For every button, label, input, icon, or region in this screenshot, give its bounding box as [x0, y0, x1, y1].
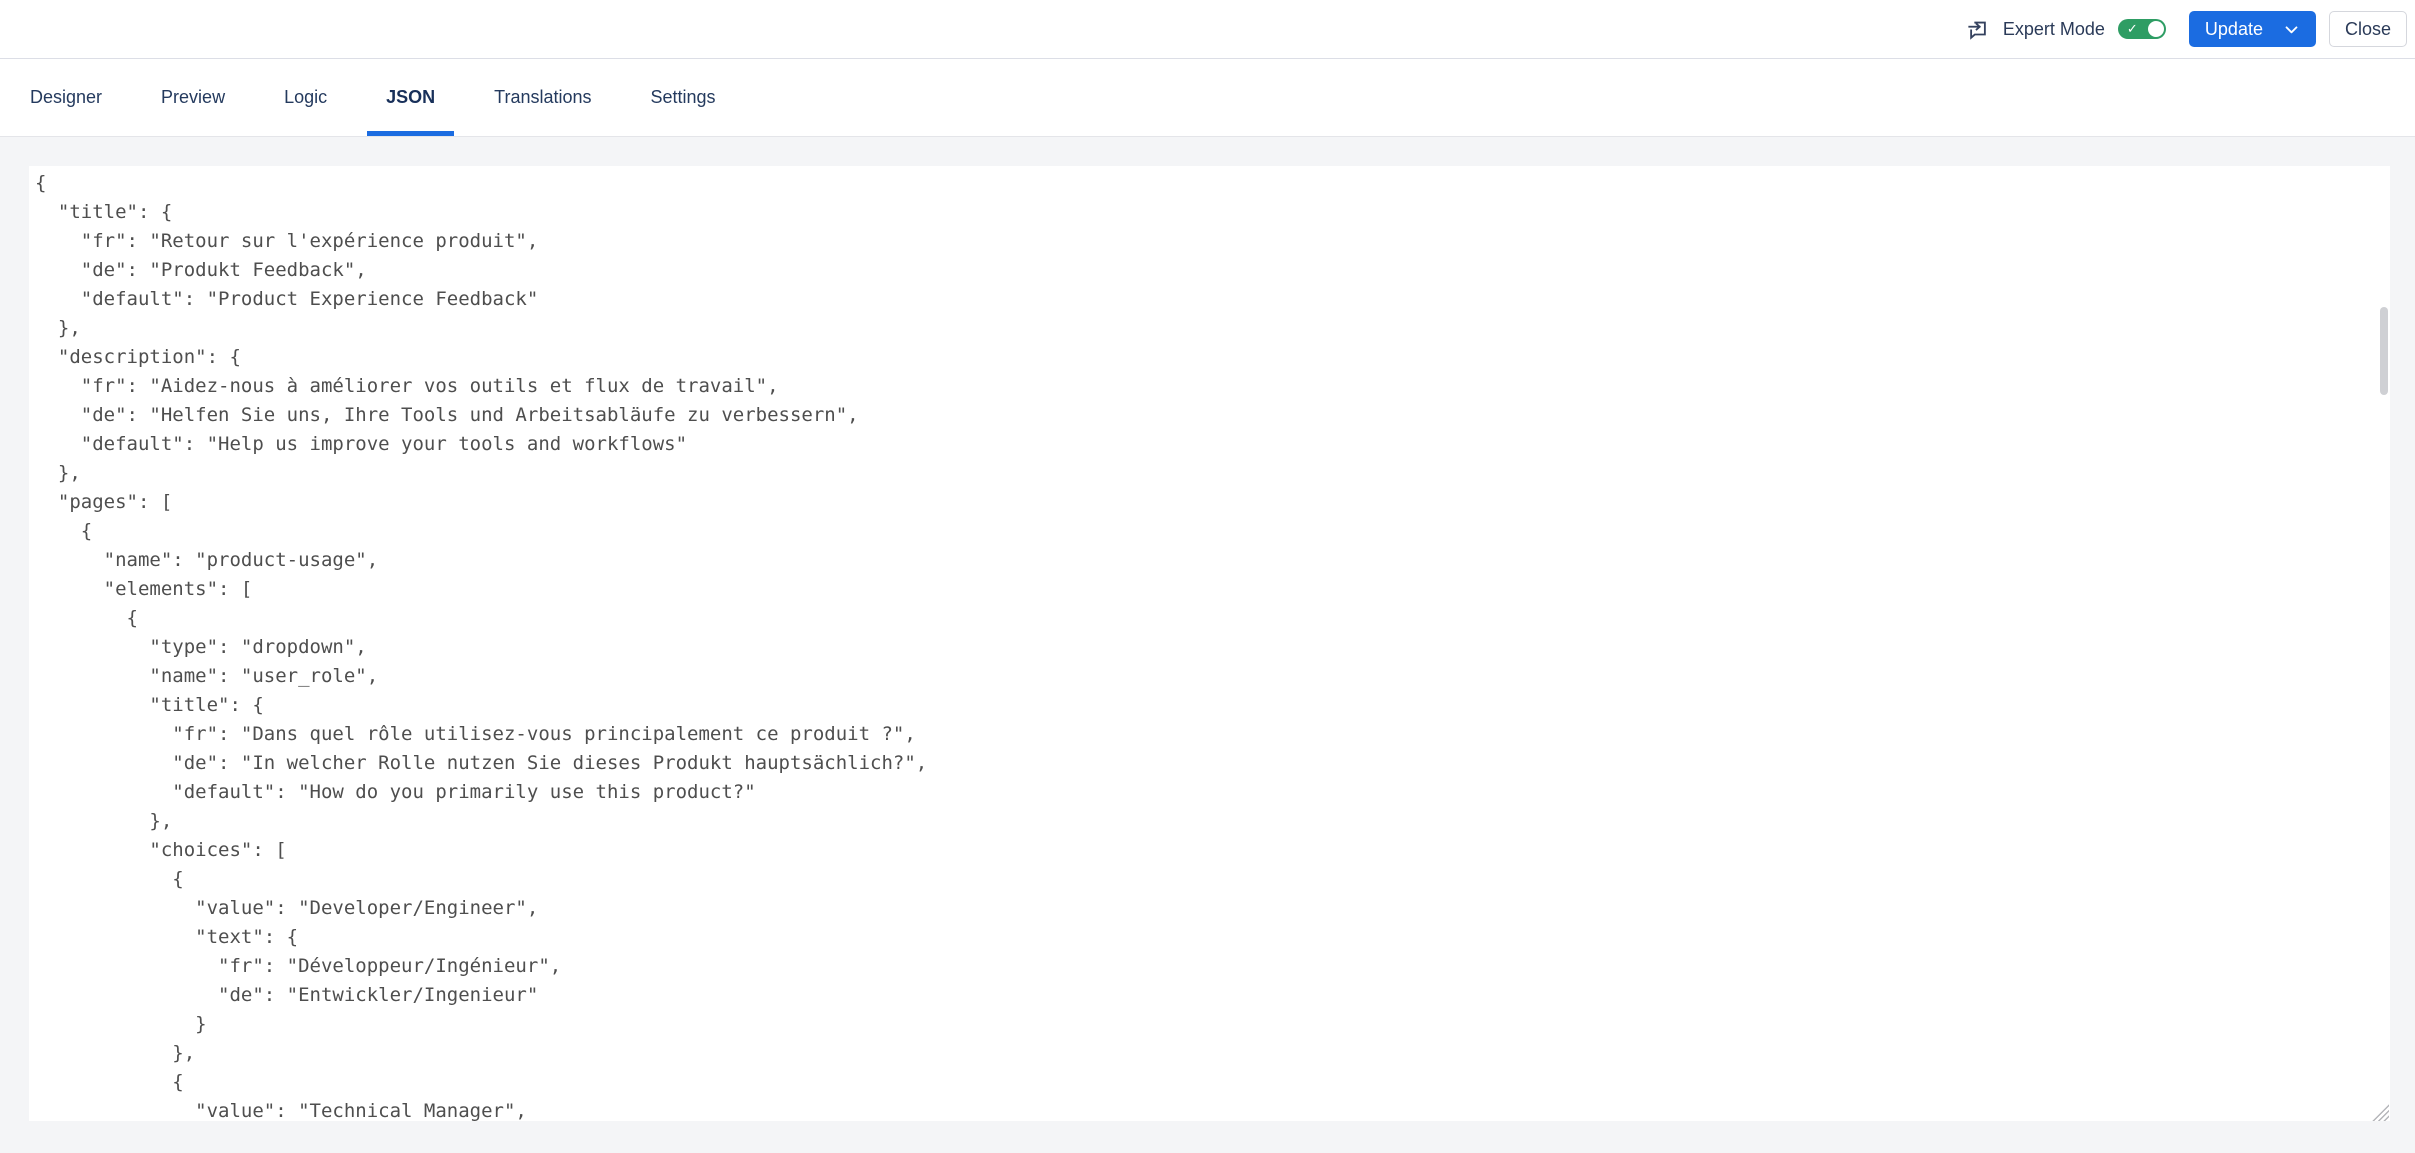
chevron-down-icon: [2283, 21, 2300, 38]
toggle-check-icon: ✓: [2127, 22, 2138, 36]
editor-scrollbar-thumb[interactable]: [2380, 307, 2388, 395]
tab-preview[interactable]: Preview: [142, 59, 244, 136]
tab-designer[interactable]: Designer: [11, 59, 121, 136]
survey-json-editor[interactable]: { "title": { "fr": "Retour sur l'expérie…: [29, 166, 2390, 1121]
expert-mode-toggle[interactable]: ✓: [2118, 19, 2166, 39]
close-button-label: Close: [2345, 19, 2391, 40]
active-tab-indicator: [367, 131, 454, 136]
survey-creator-window: Expert Mode ✓ Update Close Designer: [0, 0, 2415, 1153]
tab-json-label: JSON: [386, 87, 435, 108]
tab-translations[interactable]: Translations: [475, 59, 610, 136]
creator-tab-bar: Designer Preview Logic JSON Translations…: [0, 59, 2415, 137]
toggle-knob: [2148, 21, 2164, 37]
tab-json[interactable]: JSON: [367, 59, 454, 136]
feedback-button[interactable]: [1965, 16, 1991, 42]
json-tab-panel: { "title": { "fr": "Retour sur l'expérie…: [0, 137, 2415, 1153]
tab-preview-label: Preview: [161, 87, 225, 108]
expert-mode-label: Expert Mode: [2003, 19, 2105, 40]
tab-settings-label: Settings: [651, 87, 716, 108]
tab-logic-label: Logic: [284, 87, 327, 108]
update-button[interactable]: Update: [2189, 11, 2316, 47]
feedback-bubble-icon: [1967, 18, 1989, 40]
tab-settings[interactable]: Settings: [632, 59, 735, 136]
tab-logic[interactable]: Logic: [265, 59, 346, 136]
top-bar: Expert Mode ✓ Update Close: [0, 0, 2415, 59]
tab-designer-label: Designer: [30, 87, 102, 108]
update-button-label: Update: [2205, 19, 2263, 40]
tab-translations-label: Translations: [494, 87, 591, 108]
top-bar-actions: Expert Mode ✓ Update Close: [1965, 11, 2407, 47]
close-button[interactable]: Close: [2329, 11, 2407, 47]
